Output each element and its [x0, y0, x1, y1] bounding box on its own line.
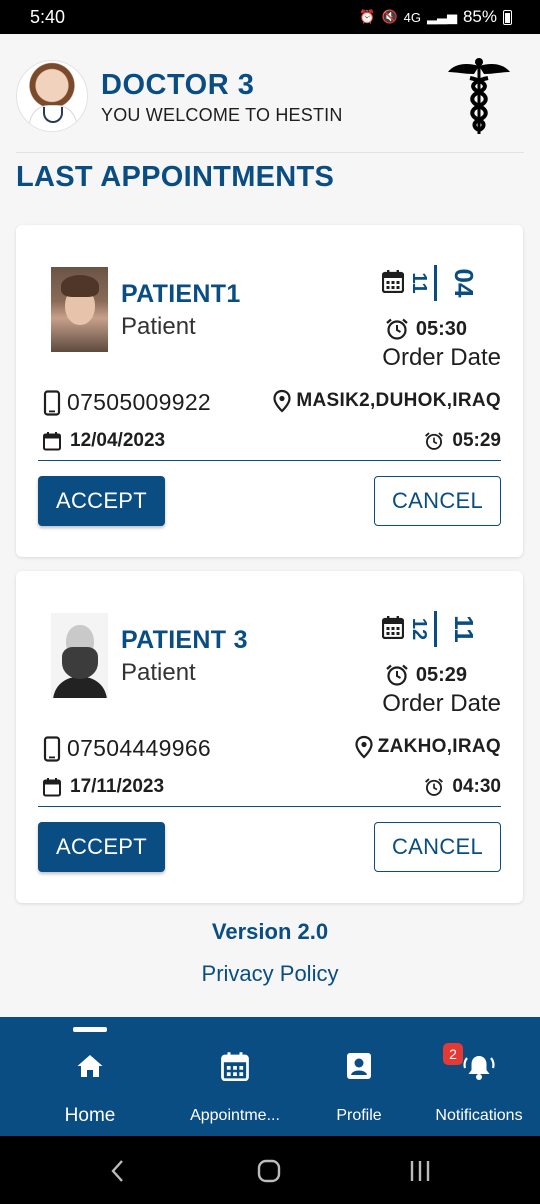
calendar-icon	[221, 1052, 249, 1081]
accept-button[interactable]: ACCEPT	[38, 822, 165, 872]
privacy-policy-link[interactable]: Privacy Policy	[0, 961, 540, 987]
alarm-clock-icon	[425, 432, 444, 450]
cancel-button[interactable]: CANCEL	[374, 476, 501, 526]
calendar-icon	[43, 432, 61, 451]
patient-location: ZAKHO,IRAQ	[354, 735, 501, 759]
patient-name: PATIENT 3	[121, 626, 248, 654]
order-date-block: 12 11	[382, 609, 482, 649]
status-bar: 5:40 ⏰ 🔇 4G ▂▃▅ 85%	[0, 0, 540, 34]
patient-role: Patient	[121, 659, 196, 686]
patient-location: MASIK2,DUHOK,IRAQ	[272, 389, 501, 413]
nav-profile-label: Profile	[336, 1107, 382, 1124]
back-icon[interactable]	[108, 1158, 128, 1184]
patient-phone[interactable]: 07504449966	[41, 735, 211, 762]
patient-name: PATIENT1	[121, 280, 241, 308]
order-day: 11	[449, 615, 479, 643]
battery-icon	[503, 9, 512, 25]
patient-photo	[51, 267, 108, 352]
order-month: 11	[408, 272, 430, 294]
bell-ring-icon	[463, 1056, 495, 1080]
version-text: Version 2.0	[211, 919, 329, 944]
location-pin-icon	[355, 735, 373, 759]
phone-icon	[43, 389, 61, 416]
order-time: 05:30	[385, 317, 467, 341]
order-month: 12	[408, 617, 430, 641]
patient-role: Patient	[121, 313, 196, 340]
system-navigation-bar	[0, 1136, 540, 1204]
alarm-clock-icon	[425, 778, 444, 796]
patient-phone[interactable]: 07505009922	[41, 389, 211, 416]
calendar-icon	[382, 270, 404, 293]
appointment-time: 04:30	[424, 776, 501, 798]
location-pin-icon	[273, 389, 291, 413]
nav-appointments[interactable]: Appointme...	[180, 1017, 290, 1136]
bottom-navigation: Home Appointme... Profile 2 Notification…	[0, 1017, 540, 1136]
doctor-name: DOCTOR 3	[101, 69, 255, 101]
mute-icon: 🔇	[381, 9, 398, 24]
appointment-card: PATIENT1 Patient 11 04 05:30 Order Date …	[16, 225, 523, 557]
home-icon	[77, 1055, 103, 1077]
network-type: 4G	[403, 9, 421, 25]
section-title: LAST APPOINTMENTS	[16, 161, 335, 193]
alarm-icon: ⏰	[359, 9, 376, 24]
order-day: 04	[449, 268, 479, 298]
nav-notifications-label: Notifications	[435, 1107, 523, 1124]
nav-notifications[interactable]: 2 Notifications	[424, 1017, 534, 1136]
order-date-label: Order Date	[382, 344, 501, 371]
profile-icon	[347, 1053, 371, 1079]
nav-home[interactable]: Home	[40, 1017, 140, 1136]
nav-appointments-label: Appointme...	[190, 1107, 280, 1124]
status-time: 5:40	[30, 6, 66, 27]
alarm-clock-icon	[386, 318, 408, 340]
phone-icon	[43, 735, 61, 762]
signal-icon: ▂▃▅	[426, 9, 457, 24]
recents-icon[interactable]	[408, 1158, 432, 1184]
home-button-icon[interactable]	[256, 1158, 282, 1184]
doctor-avatar[interactable]	[16, 60, 88, 132]
calendar-icon	[382, 616, 404, 639]
appointment-date: 12/04/2023	[42, 430, 165, 452]
notification-badge: 2	[443, 1043, 463, 1065]
appointment-time: 05:29	[424, 430, 501, 452]
battery-level: 85%	[462, 7, 497, 26]
order-time: 05:29	[385, 663, 467, 687]
nav-home-label: Home	[64, 1105, 116, 1126]
alarm-clock-icon	[386, 664, 408, 686]
calendar-icon	[43, 778, 61, 797]
app-header: DOCTOR 3 YOU WELCOME TO HESTIN	[0, 34, 540, 154]
appointment-date: 17/11/2023	[42, 776, 164, 798]
welcome-text: YOU WELCOME TO HESTIN	[101, 105, 343, 125]
caduceus-icon	[448, 58, 510, 134]
active-indicator	[73, 1027, 107, 1032]
appointment-card: PATIENT 3 Patient 12 11 05:29 Order Date…	[16, 571, 523, 903]
order-date-block: 11 04	[382, 263, 482, 303]
accept-button[interactable]: ACCEPT	[38, 476, 165, 526]
cancel-button[interactable]: CANCEL	[374, 822, 501, 872]
patient-photo	[51, 613, 108, 698]
order-date-label: Order Date	[382, 690, 501, 717]
nav-profile[interactable]: Profile	[318, 1017, 400, 1136]
